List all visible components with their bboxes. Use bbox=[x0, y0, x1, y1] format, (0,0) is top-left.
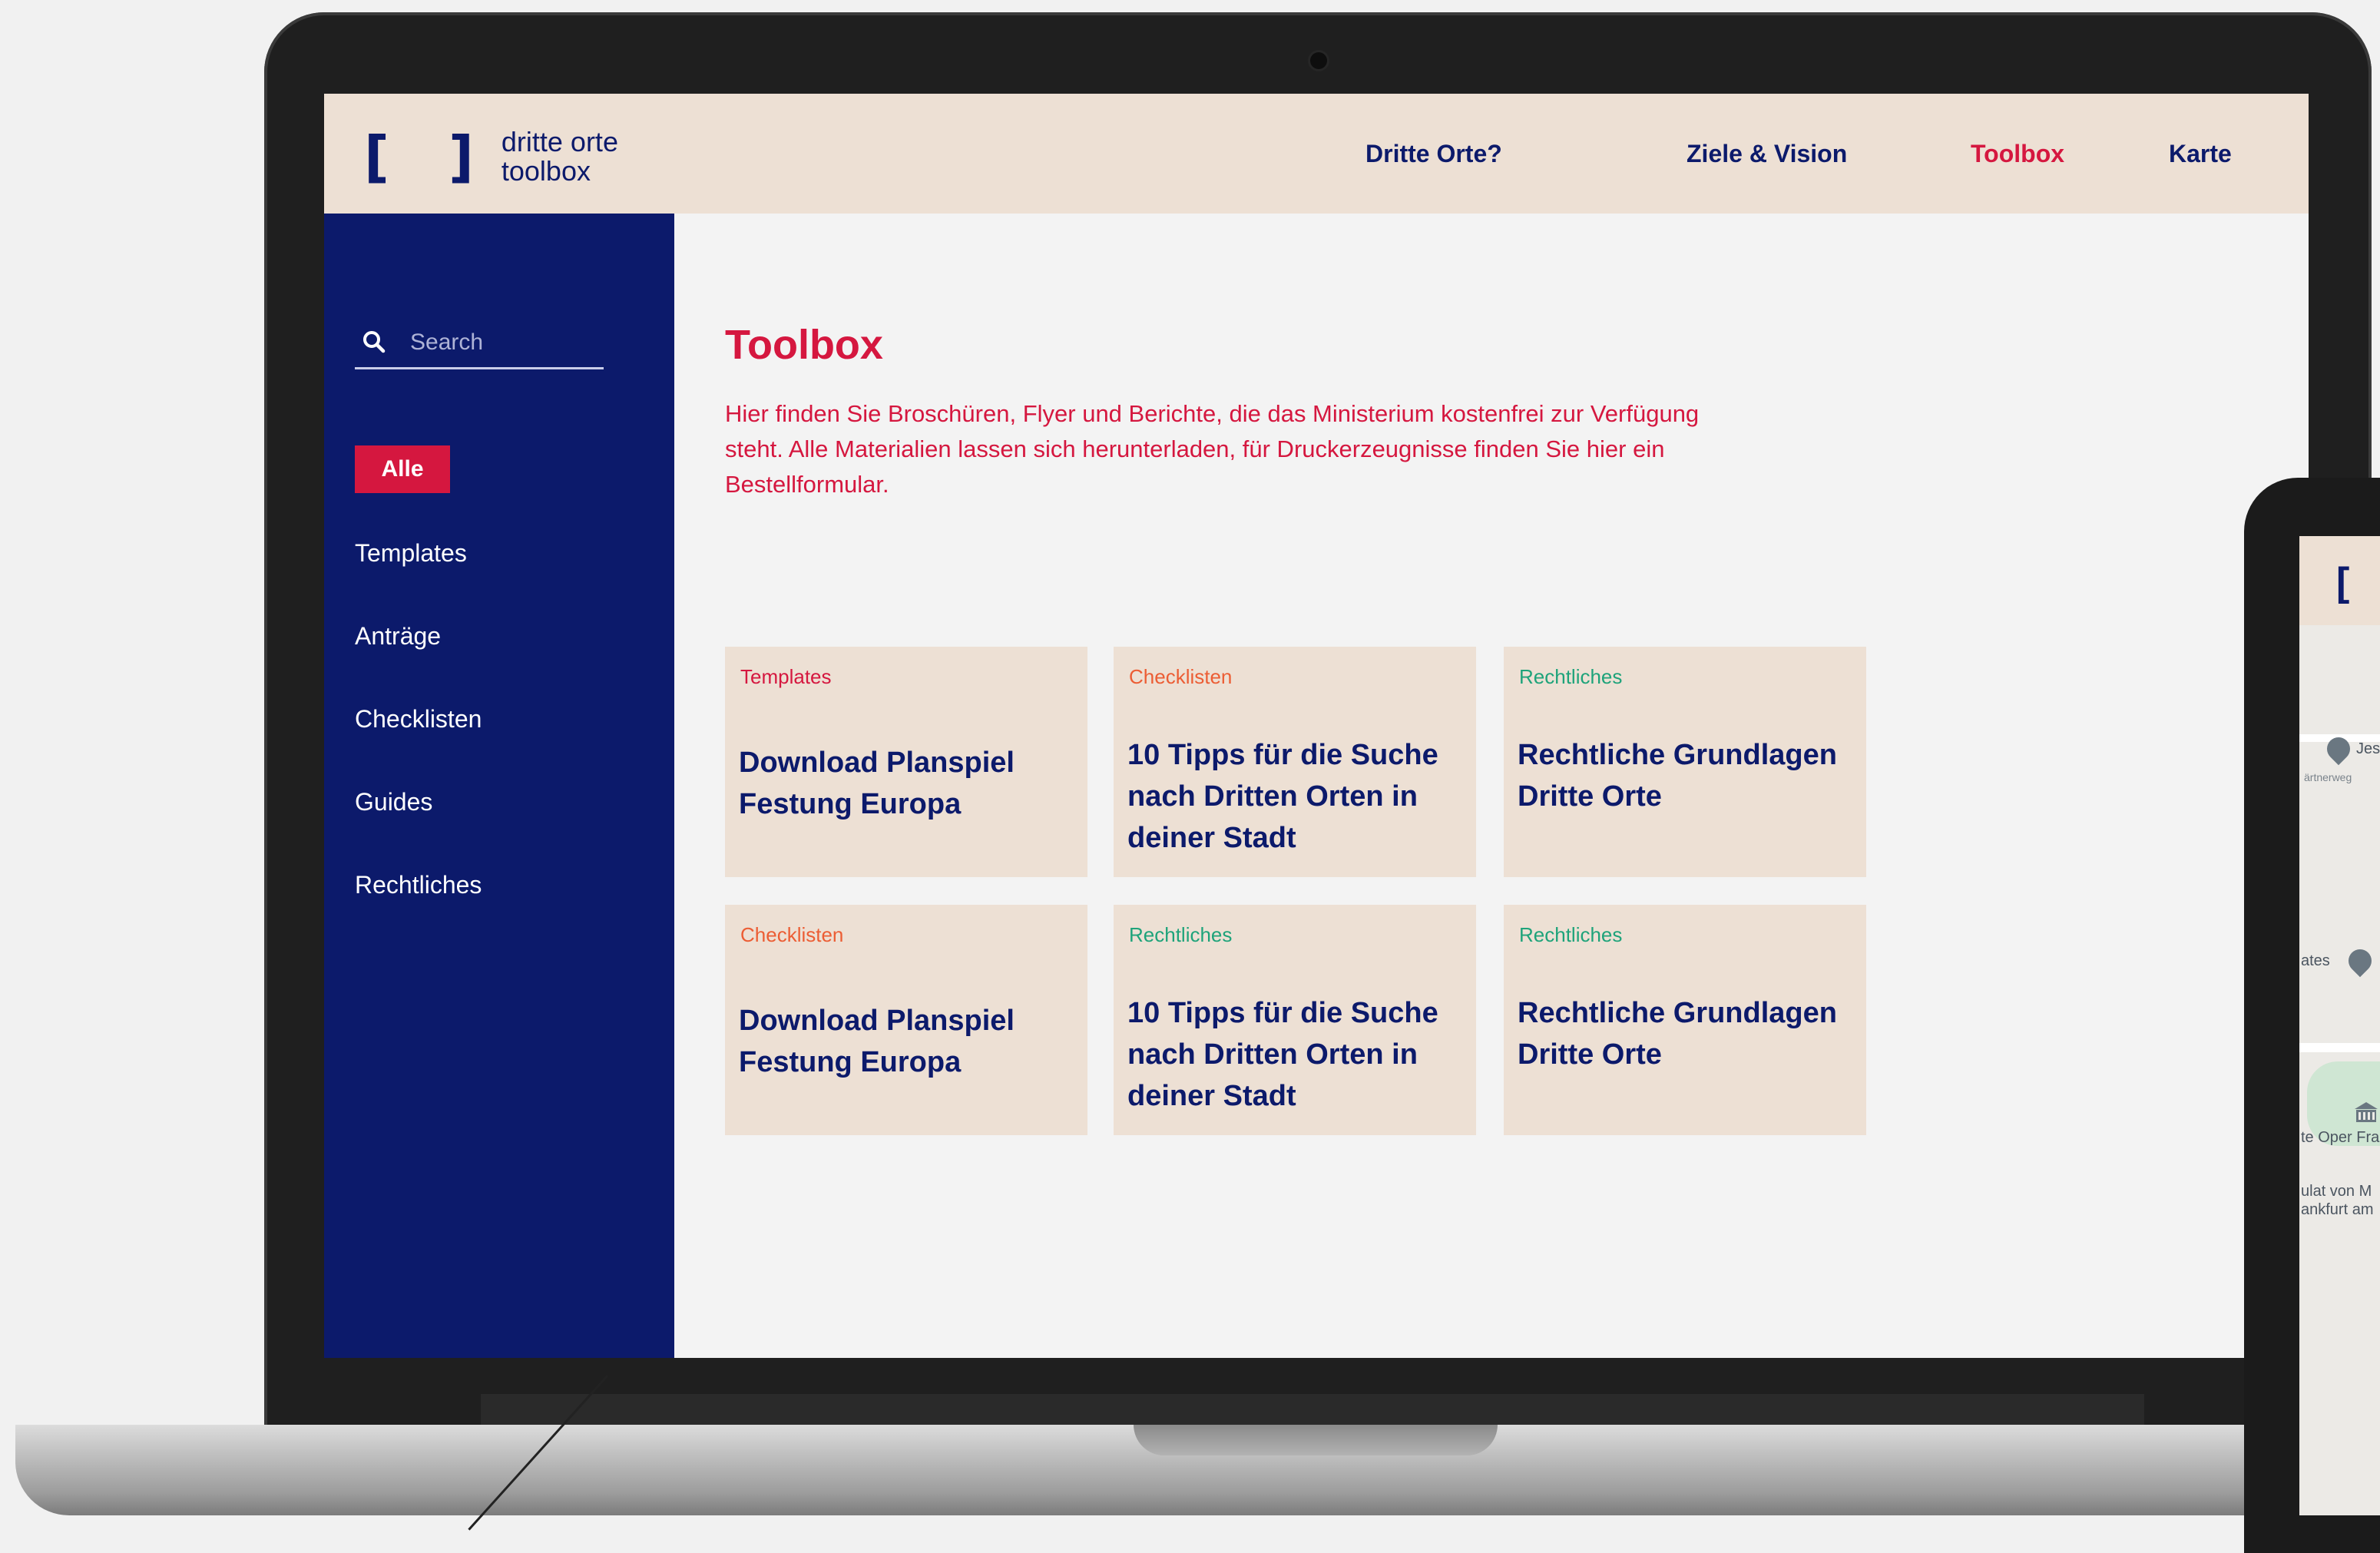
laptop-notch bbox=[1134, 1425, 1498, 1455]
card-title: Rechtliche Grundlagen Dritte Orte bbox=[1518, 997, 1837, 1071]
map-label: te Oper Fra bbox=[2301, 1129, 2380, 1146]
page-title: Toolbox bbox=[725, 322, 883, 368]
card-category: Rechtliches bbox=[1129, 923, 1233, 946]
filter-alle[interactable]: Alle bbox=[355, 445, 450, 493]
opera-house-icon bbox=[2355, 1102, 2378, 1122]
card-category: Rechtliches bbox=[1519, 923, 1623, 946]
filter-antraege[interactable]: Anträge bbox=[355, 622, 441, 651]
map-label: ankfurt am bbox=[2301, 1201, 2374, 1218]
card-title: Download Planspiel Festung Europa bbox=[739, 1005, 1015, 1078]
logo-name-line1: dritte orte bbox=[501, 126, 618, 157]
map-pin-icon[interactable] bbox=[2343, 944, 2377, 978]
camera-icon bbox=[1310, 52, 1327, 69]
filter-templates[interactable]: Templates bbox=[355, 539, 467, 568]
card-category: Checklisten bbox=[740, 923, 844, 946]
card-category: Rechtliches bbox=[1519, 665, 1623, 688]
toolbox-card[interactable]: Rechtliches Rechtliche Grundlagen Dritte… bbox=[1504, 647, 1866, 877]
toolbox-card[interactable]: Rechtliches 10 Tipps für die Suche nach … bbox=[1114, 905, 1476, 1135]
logo-name-line2: toolbox bbox=[501, 155, 591, 187]
map-label: ärtnerweg bbox=[2304, 771, 2352, 783]
nav-item-karte[interactable]: Karte bbox=[2169, 140, 2232, 168]
filter-rechtliches[interactable]: Rechtliches bbox=[355, 871, 482, 899]
laptop-hinge bbox=[481, 1394, 2144, 1425]
toolbox-card[interactable]: Templates Download Planspiel Festung Eur… bbox=[725, 647, 1087, 877]
map-label: Jes bbox=[2356, 740, 2380, 757]
phone-header: [ bbox=[2299, 536, 2380, 625]
card-title: 10 Tipps für die Suche nach Dritten Orte… bbox=[1127, 997, 1438, 1112]
logo-mark: [ ] bbox=[364, 124, 494, 189]
card-title: Download Planspiel Festung Europa bbox=[739, 747, 1015, 820]
search-input[interactable] bbox=[409, 326, 596, 359]
phone-screen: [ Jes ärtnerweg ates te Oper Fra ulat vo… bbox=[2299, 536, 2380, 1515]
main-content: Toolbox Hier finden Sie Broschüren, Flye… bbox=[674, 214, 2309, 1358]
map-label: ates bbox=[2301, 952, 2330, 969]
nav-item-toolbox[interactable]: Toolbox bbox=[1971, 140, 2064, 168]
map-road bbox=[2299, 1043, 2380, 1052]
nav-item-dritte-orte[interactable]: Dritte Orte? bbox=[1365, 140, 1502, 168]
nav-item-ziele-vision[interactable]: Ziele & Vision bbox=[1687, 140, 1847, 168]
logo[interactable]: [ ] dritte orte toolbox bbox=[364, 126, 618, 187]
map-label: ulat von M bbox=[2301, 1183, 2372, 1200]
filter-checklisten[interactable]: Checklisten bbox=[355, 705, 482, 733]
toolbox-card[interactable]: Rechtliches Rechtliche Grundlagen Dritte… bbox=[1504, 905, 1866, 1135]
search-icon[interactable] bbox=[362, 330, 386, 353]
card-category: Checklisten bbox=[1129, 665, 1233, 688]
logo-text: dritte orte toolbox bbox=[501, 128, 618, 185]
filter-guides[interactable]: Guides bbox=[355, 788, 432, 816]
card-category: Templates bbox=[740, 665, 832, 688]
site-header: [ ] dritte orte toolbox Dritte Orte? Zie… bbox=[324, 94, 2309, 214]
toolbox-card[interactable]: Checklisten 10 Tipps für die Suche nach … bbox=[1114, 647, 1476, 877]
toolbox-card[interactable]: Checklisten Download Planspiel Festung E… bbox=[725, 905, 1087, 1135]
sidebar: Alle Templates Anträge Checklisten Guide… bbox=[324, 214, 674, 1358]
intro-text: Hier finden Sie Broschüren, Flyer und Be… bbox=[725, 400, 1700, 498]
laptop-screen: [ ] dritte orte toolbox Dritte Orte? Zie… bbox=[324, 94, 2309, 1358]
phone-logo-mark: [ bbox=[2336, 560, 2350, 604]
card-title: 10 Tipps für die Suche nach Dritten Orte… bbox=[1127, 739, 1438, 854]
card-title: Rechtliche Grundlagen Dritte Orte bbox=[1518, 739, 1837, 813]
search-box bbox=[355, 323, 604, 369]
